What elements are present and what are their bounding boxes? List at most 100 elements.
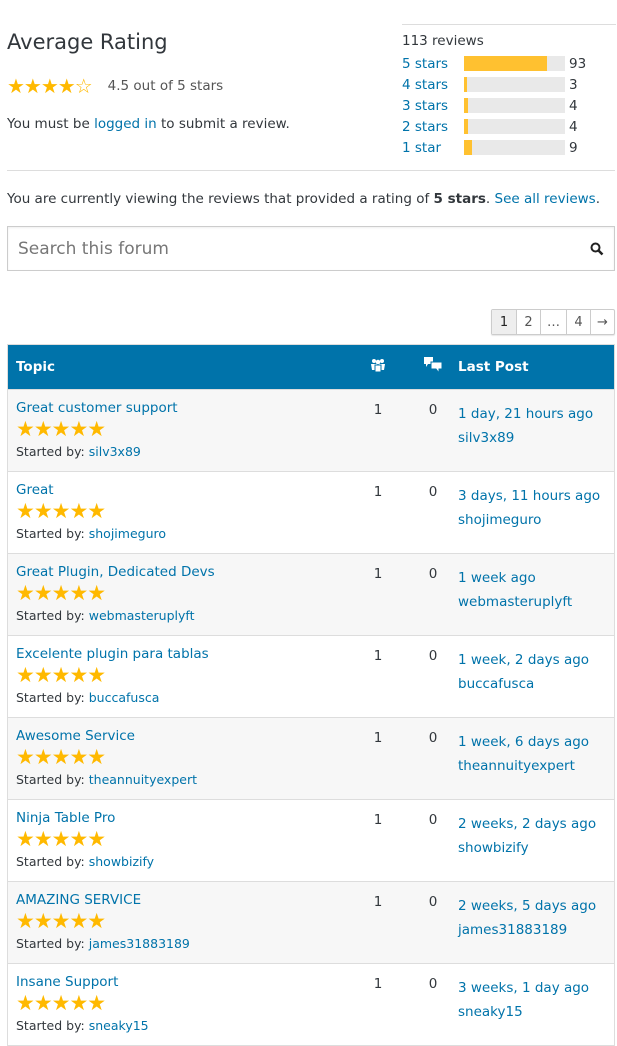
- page-button[interactable]: …: [540, 310, 566, 334]
- topic-link[interactable]: Awesome Service: [16, 728, 135, 744]
- histogram-row: 1 star 9: [402, 137, 616, 158]
- last-post-author-link[interactable]: silv3x89: [458, 430, 514, 446]
- login-link[interactable]: logged in: [94, 116, 157, 132]
- login-notice: You must be logged in to submit a review…: [7, 116, 290, 132]
- search-input[interactable]: [18, 238, 590, 259]
- last-post-author-link[interactable]: james31883189: [458, 922, 567, 938]
- histogram-bar: [464, 140, 565, 155]
- started-by: Started by: silv3x89: [16, 444, 348, 459]
- topic-link[interactable]: Insane Support: [16, 974, 118, 990]
- star-rating-icon: ★★★★★: [16, 663, 106, 687]
- table-row: Great Plugin, Dedicated Devs ★★★★★ Started…: [8, 553, 614, 635]
- viewing-post: .: [485, 191, 495, 207]
- table-row: Awesome Service ★★★★★ Started by: theannui…: [8, 717, 614, 799]
- reply-count: 0: [428, 894, 438, 910]
- histogram-bar-fill: [464, 56, 548, 71]
- star-rating-icon: ★★★★☆: [7, 74, 93, 98]
- viewing-pre: You are currently viewing the reviews th…: [7, 191, 434, 207]
- topic-link[interactable]: Great Plugin, Dedicated Devs: [16, 564, 215, 580]
- last-post-time-link[interactable]: 1 week, 2 days ago: [458, 652, 589, 668]
- voice-count: 1: [373, 730, 383, 746]
- reply-count: 0: [428, 402, 438, 418]
- login-post: to submit a review.: [156, 116, 290, 132]
- started-by-label: Started by:: [16, 854, 89, 869]
- login-pre: You must be: [7, 116, 95, 132]
- started-by: Started by: sneaky15: [16, 1018, 348, 1033]
- last-post-author-link[interactable]: buccafusca: [458, 676, 534, 692]
- histogram-count: 4: [569, 97, 578, 114]
- last-post-author-link[interactable]: webmasteruplyft: [458, 594, 572, 610]
- last-post-time-link[interactable]: 1 day, 21 hours ago: [458, 406, 593, 422]
- viewing-rating: 5 stars: [433, 191, 486, 207]
- page-button[interactable]: 2: [516, 310, 540, 334]
- see-all-reviews-link[interactable]: See all reviews: [495, 191, 596, 207]
- average-rating-title: Average Rating: [7, 30, 168, 54]
- author-link[interactable]: webmasteruplyft: [89, 608, 195, 623]
- pagination: 1 2… 4 →: [491, 309, 615, 335]
- started-by-label: Started by:: [16, 690, 89, 705]
- started-by: Started by: shojimeguro: [16, 526, 348, 541]
- rating-text: 4.5 out of 5 stars: [107, 78, 224, 94]
- topic-link[interactable]: Excelente plugin para tablas: [16, 646, 209, 662]
- table-row: Ninja Table Pro ★★★★★ Started by: showbizi…: [8, 799, 614, 881]
- histogram-row: 3 stars 4: [402, 95, 616, 116]
- histogram-filter-link[interactable]: 5 stars: [402, 56, 464, 72]
- voice-count: 1: [373, 484, 383, 500]
- topic-link[interactable]: AMAZING SERVICE: [16, 892, 141, 908]
- voice-count: 1: [373, 648, 383, 664]
- voice-count: 1: [373, 976, 383, 992]
- histogram-count: 3: [569, 76, 578, 93]
- last-post-author-link[interactable]: theannuityexpert: [458, 758, 575, 774]
- author-link[interactable]: buccafusca: [89, 690, 160, 705]
- histogram-filter-link[interactable]: 1 star: [402, 140, 464, 156]
- started-by-label: Started by:: [16, 772, 89, 787]
- histogram-bar: [464, 98, 565, 113]
- star-rating-icon: ★★★★★: [16, 581, 106, 605]
- histogram-bar-fill: [464, 77, 467, 92]
- last-post-author-link[interactable]: sneaky15: [458, 1004, 523, 1020]
- table-row: Great customer support ★★★★★ Started by: s…: [8, 389, 614, 471]
- page-button[interactable]: 1: [492, 310, 516, 334]
- viewing-notice: You are currently viewing the reviews th…: [7, 191, 600, 207]
- last-post-time-link[interactable]: 3 days, 11 hours ago: [458, 488, 600, 504]
- started-by-label: Started by:: [16, 526, 89, 541]
- histogram-filter-link[interactable]: 2 stars: [402, 119, 464, 135]
- reply-count: 0: [428, 812, 438, 828]
- author-link[interactable]: james31883189: [89, 936, 190, 951]
- last-post-time-link[interactable]: 2 weeks, 5 days ago: [458, 898, 596, 914]
- author-link[interactable]: shojimeguro: [89, 526, 166, 541]
- last-post-time-link[interactable]: 2 weeks, 2 days ago: [458, 816, 596, 832]
- author-link[interactable]: theannuityexpert: [89, 772, 197, 787]
- last-post-author-link[interactable]: shojimeguro: [458, 512, 541, 528]
- topic-link[interactable]: Ninja Table Pro: [16, 810, 115, 826]
- last-post-time-link[interactable]: 1 week, 6 days ago: [458, 734, 589, 750]
- page-button[interactable]: 4: [566, 310, 590, 334]
- topic-link[interactable]: Great: [16, 482, 54, 498]
- people-icon: [348, 358, 408, 376]
- page-button[interactable]: →: [590, 310, 614, 334]
- table-header: Topic Last Post: [8, 345, 614, 389]
- histogram-bar-fill: [464, 98, 468, 113]
- last-post-time-link[interactable]: 3 weeks, 1 day ago: [458, 980, 589, 996]
- review-count: 113 reviews: [402, 33, 484, 49]
- histogram-filter-link[interactable]: 3 stars: [402, 98, 464, 114]
- author-link[interactable]: showbizify: [89, 854, 154, 869]
- table-row: AMAZING SERVICE ★★★★★ Started by: james318…: [8, 881, 614, 963]
- topic-link[interactable]: Great customer support: [16, 400, 178, 416]
- voice-count: 1: [373, 566, 383, 582]
- forum-search: [7, 226, 615, 271]
- histogram-filter-link[interactable]: 4 stars: [402, 77, 464, 93]
- star-rating-icon: ★★★★★: [16, 827, 106, 851]
- started-by-label: Started by:: [16, 608, 89, 623]
- author-link[interactable]: silv3x89: [89, 444, 141, 459]
- reply-count: 0: [428, 730, 438, 746]
- star-rating-icon: ★★★★★: [16, 745, 106, 769]
- last-post-time-link[interactable]: 1 week ago: [458, 570, 536, 586]
- started-by-label: Started by:: [16, 1018, 89, 1033]
- search-icon[interactable]: [590, 242, 604, 256]
- last-post-author-link[interactable]: showbizify: [458, 840, 529, 856]
- topics-table: Topic Last Post Great customer support ★★…: [7, 344, 615, 1046]
- started-by: Started by: theannuityexpert: [16, 772, 348, 787]
- author-link[interactable]: sneaky15: [89, 1018, 149, 1033]
- histogram-count: 93: [569, 55, 587, 72]
